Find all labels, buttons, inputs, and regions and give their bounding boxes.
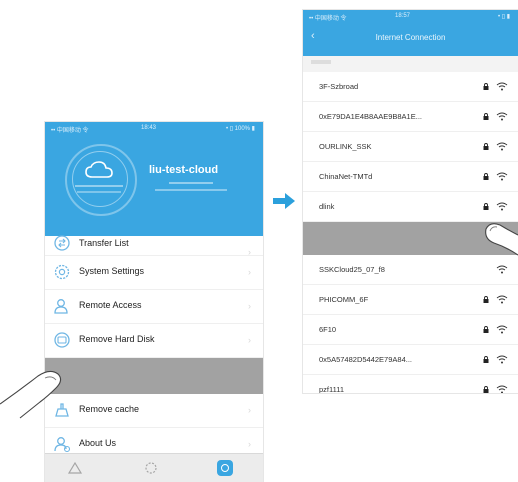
menu-item-label: Remote Access — [79, 300, 142, 310]
device-header: •• 中国移动 令 18:43 • ▯ 100% ▮ liu-test-clou… — [45, 122, 263, 236]
wifi-icon — [496, 142, 508, 151]
settings-menu: Transfer List › System Settings › Remote… — [45, 235, 263, 462]
network-ssid: SSKCloud25_07_f8 — [319, 265, 385, 274]
menu-item-label: About Us — [79, 438, 117, 448]
transfer-icon — [54, 235, 70, 251]
network-ssid: ChinaNet-TMTd — [319, 172, 373, 181]
network-row[interactable]: 0xE79DA1E4B8AAE9B8A1E... — [303, 102, 518, 132]
lock-icon — [483, 173, 489, 180]
lock-icon — [483, 113, 489, 120]
network-row[interactable]: OURLINK_SSK — [303, 132, 518, 162]
network-ssid: 0x5A57482D5442E79A84... — [319, 355, 412, 364]
right-phone-screen: •• 中国移动 令 18:57 • ▯ ▮ ‹ Internet Connect… — [303, 10, 518, 393]
wifi-icon — [496, 325, 508, 334]
wifi-icon — [496, 355, 508, 364]
finger-tap-icon — [485, 223, 518, 256]
status-bar: •• 中国移动 令 18:57 • ▯ ▮ — [303, 10, 518, 22]
gear-icon — [54, 264, 70, 280]
section-header — [303, 56, 518, 72]
network-ssid: 3F-Szbroad — [319, 82, 359, 91]
menu-item-transfer-list[interactable]: Transfer List › — [45, 235, 263, 257]
chevron-right-icon: › — [248, 439, 251, 449]
network-row[interactable]: PHICOMM_6F — [303, 285, 518, 315]
tab-bar — [45, 453, 263, 482]
page-title: Internet Connection — [375, 33, 446, 42]
status-bar: •• 中国移动 令 18:43 • ▯ 100% ▮ — [45, 122, 263, 134]
menu-item-system-settings[interactable]: System Settings › — [45, 256, 263, 290]
lock-icon — [483, 296, 489, 303]
user-info-icon — [54, 437, 71, 453]
network-ssid: pzf1111 — [319, 385, 345, 393]
battery-text: • ▯ 100% ▮ — [225, 126, 255, 132]
network-row[interactable]: ChinaNet-TMTd — [303, 162, 518, 192]
menu-item-label: Remove Hard Disk — [79, 334, 155, 344]
wifi-icon — [496, 385, 508, 393]
finger-tap-icon — [0, 370, 62, 419]
nav-header: •• 中国移动 令 18:57 • ▯ ▮ ‹ Internet Connect… — [303, 10, 518, 56]
network-row[interactable]: 3F-Szbroad — [303, 72, 518, 102]
network-ssid: 0xE79DA1E4B8AAE9B8A1E... — [319, 112, 422, 121]
network-row[interactable]: 0x5A57482D5442E79A84... — [303, 345, 518, 375]
lock-icon — [483, 83, 489, 90]
menu-item-label: System Settings — [79, 266, 145, 276]
network-ssid: 6F10 — [319, 325, 337, 334]
chevron-right-icon: › — [248, 267, 251, 277]
device-caption-line — [75, 185, 123, 187]
settings-tab-icon[interactable] — [217, 460, 233, 476]
lock-icon — [483, 386, 489, 393]
lock-icon — [483, 356, 489, 363]
wifi-icon — [496, 265, 508, 274]
wifi-icon — [496, 82, 508, 91]
disk-icon — [54, 332, 70, 348]
network-ssid: PHICOMM_6F — [319, 295, 369, 304]
network-row[interactable]: pzf1111 — [303, 375, 518, 393]
left-phone-screen: •• 中国移动 令 18:43 • ▯ 100% ▮ liu-test-clou… — [45, 122, 263, 482]
device-caption-line — [77, 191, 121, 193]
device-info-line — [169, 182, 213, 184]
chevron-right-icon: › — [248, 405, 251, 415]
menu-item-label: Transfer List — [79, 238, 129, 248]
storage-tab-icon[interactable] — [141, 458, 161, 478]
carrier-text: •• 中国移动 令 — [309, 16, 347, 22]
chevron-right-icon: › — [248, 301, 251, 311]
battery-text: • ▯ ▮ — [497, 14, 510, 20]
lock-icon — [483, 143, 489, 150]
network-ssid: OURLINK_SSK — [319, 142, 372, 151]
lock-icon — [483, 326, 489, 333]
network-row[interactable]: 6F10 — [303, 315, 518, 345]
carrier-text: •• 中国移动 令 — [51, 128, 89, 134]
cloud-icon — [85, 161, 113, 178]
lock-icon — [483, 203, 489, 210]
wifi-icon — [496, 112, 508, 121]
user-icon — [54, 299, 68, 314]
chevron-right-icon: › — [248, 335, 251, 345]
network-ssid: dlink — [319, 202, 335, 211]
menu-item-remove-hard-disk[interactable]: Remove Hard Disk › — [45, 324, 263, 358]
wifi-icon — [496, 202, 508, 211]
cloud-tab-icon[interactable] — [65, 458, 85, 478]
arrow-right-icon — [273, 193, 295, 209]
clock-text: 18:43 — [141, 125, 157, 131]
device-name: liu-test-cloud — [149, 164, 219, 176]
wifi-icon — [496, 172, 508, 181]
clock-text: 18:57 — [395, 13, 411, 19]
menu-item-remote-access[interactable]: Remote Access › — [45, 290, 263, 324]
device-info-line — [155, 189, 227, 191]
wifi-icon — [496, 295, 508, 304]
